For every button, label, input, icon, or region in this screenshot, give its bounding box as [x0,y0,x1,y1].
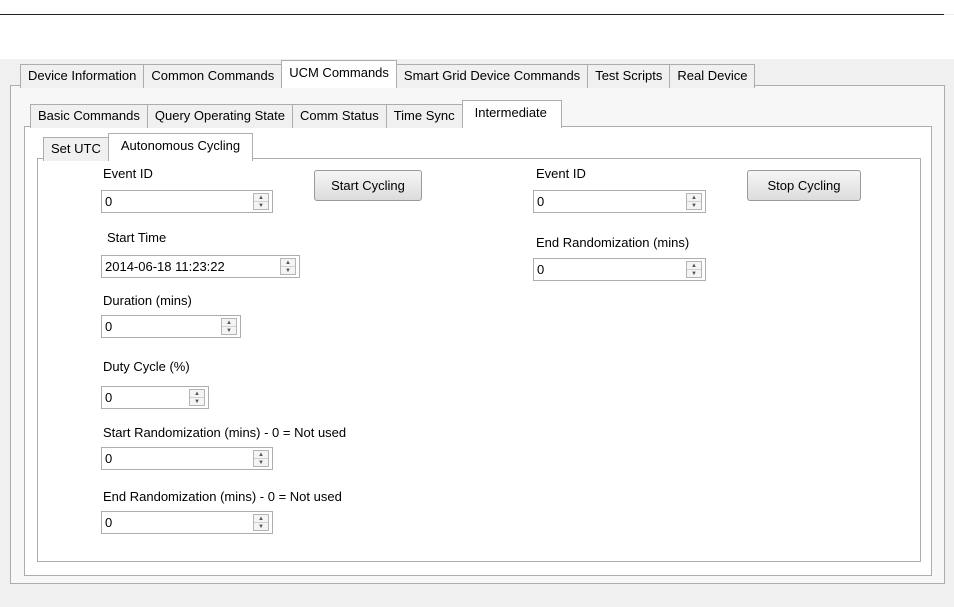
duty-cycle-value: 0 [105,390,113,405]
arrow-down-icon[interactable]: ▼ [254,523,268,531]
end-randomization-label: End Randomization (mins) - 0 = Not used [103,489,342,504]
start-randomization-label: Start Randomization (mins) - 0 = Not use… [103,425,347,440]
spinner-arrows-icon[interactable]: ▲ ▼ [280,258,296,275]
tab-autonomous-cycling[interactable]: Autonomous Cycling [107,133,254,161]
arrow-down-icon[interactable]: ▼ [687,270,701,278]
tab-ucm-commands[interactable]: UCM Commands [281,60,397,88]
arrow-down-icon[interactable]: ▼ [254,202,268,210]
tab-query-operating-state[interactable]: Query Operating State [146,104,293,128]
stop-event-id-label: Event ID [536,166,586,181]
tab-common-commands[interactable]: Common Commands [143,64,283,88]
spinner-arrows-icon[interactable]: ▲ ▼ [189,389,205,406]
third-tabbar: Set UTC Autonomous Cycling [43,133,254,161]
title-area [0,0,954,14]
tab-test-scripts[interactable]: Test Scripts [587,64,671,88]
duration-spinner[interactable]: 0 ▲ ▼ [101,315,241,338]
arrow-up-icon[interactable]: ▲ [687,262,701,270]
tab-time-sync[interactable]: Time Sync [385,104,463,128]
stop-cycling-button[interactable]: Stop Cycling [747,170,861,201]
start-time-picker[interactable]: 2014-06-18 11:23:22 ▲ ▼ [101,255,300,278]
arrow-down-icon[interactable]: ▼ [190,398,204,406]
tab-basic-commands[interactable]: Basic Commands [30,104,148,128]
spinner-arrows-icon[interactable]: ▲ ▼ [221,318,237,335]
tab-comm-status[interactable]: Comm Status [291,104,387,128]
start-cycling-button[interactable]: Start Cycling [314,170,422,201]
tab-set-utc[interactable]: Set UTC [43,137,109,161]
arrow-up-icon[interactable]: ▲ [222,319,236,327]
duty-cycle-label: Duty Cycle (%) [103,359,190,374]
arrow-down-icon[interactable]: ▼ [254,459,268,467]
top-tabbar: Device Information Common Commands UCM C… [20,60,756,88]
event-id-value: 0 [105,194,113,209]
arrow-down-icon[interactable]: ▼ [222,327,236,335]
stop-end-randomization-spinner[interactable]: 0 ▲ ▼ [533,258,706,281]
event-id-label: Event ID [103,166,153,181]
tab-intermediate[interactable]: Intermediate [461,100,562,128]
spinner-arrows-icon[interactable]: ▲ ▼ [253,514,269,531]
arrow-up-icon[interactable]: ▲ [254,194,268,202]
arrow-up-icon[interactable]: ▲ [254,451,268,459]
arrow-down-icon[interactable]: ▼ [281,267,295,275]
tab-real-device[interactable]: Real Device [669,64,756,88]
end-randomization-value: 0 [105,515,113,530]
arrow-up-icon[interactable]: ▲ [687,194,701,202]
second-tabbar: Basic Commands Query Operating State Com… [30,100,562,128]
tab-device-information[interactable]: Device Information [20,64,145,88]
spinner-arrows-icon[interactable]: ▲ ▼ [686,261,702,278]
stop-event-id-spinner[interactable]: 0 ▲ ▼ [533,190,706,213]
end-randomization-spinner[interactable]: 0 ▲ ▼ [101,511,273,534]
duration-value: 0 [105,319,113,334]
spinner-arrows-icon[interactable]: ▲ ▼ [686,193,702,210]
arrow-up-icon[interactable]: ▲ [281,259,295,267]
duty-cycle-spinner[interactable]: 0 ▲ ▼ [101,386,209,409]
stop-end-randomization-value: 0 [537,262,545,277]
stop-end-randomization-label: End Randomization (mins) [536,235,690,250]
event-id-spinner[interactable]: 0 ▲ ▼ [101,190,273,213]
arrow-up-icon[interactable]: ▲ [254,515,268,523]
spinner-arrows-icon[interactable]: ▲ ▼ [253,193,269,210]
tab-smart-grid-device-commands[interactable]: Smart Grid Device Commands [395,64,589,88]
spinner-arrows-icon[interactable]: ▲ ▼ [253,450,269,467]
arrow-down-icon[interactable]: ▼ [687,202,701,210]
stop-event-id-value: 0 [537,194,545,209]
duration-label: Duration (mins) [103,293,192,308]
start-randomization-spinner[interactable]: 0 ▲ ▼ [101,447,273,470]
start-randomization-value: 0 [105,451,113,466]
header-spacer [0,15,954,59]
arrow-up-icon[interactable]: ▲ [190,390,204,398]
start-time-value: 2014-06-18 11:23:22 [105,259,225,274]
start-time-label: Start Time [107,230,167,245]
